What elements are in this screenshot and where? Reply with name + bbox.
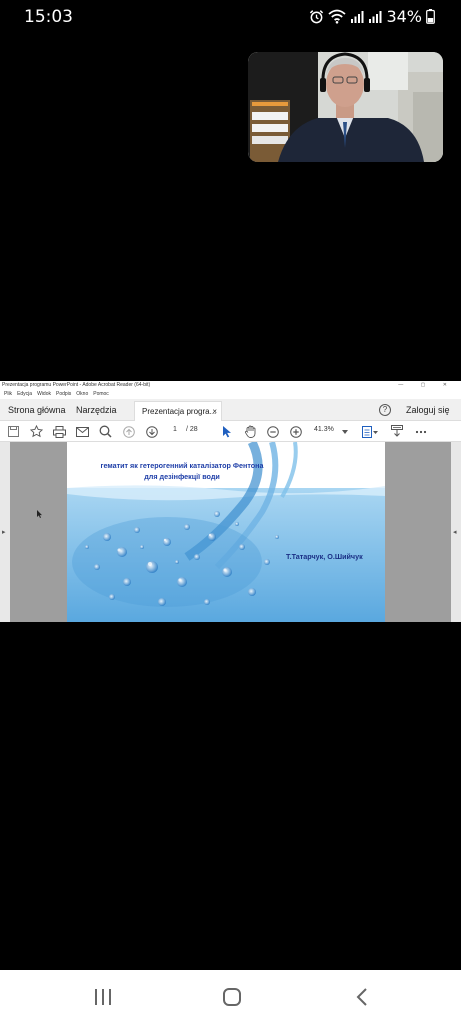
participant-video-tile[interactable] — [248, 52, 443, 162]
mouse-cursor-icon — [37, 510, 42, 518]
presentation-slide: гематит як гетерогенний каталізатор Фент… — [67, 442, 385, 622]
zoom-search-icon[interactable] — [97, 424, 113, 439]
phone-screen: 15:03 34% Prezentacja programu PowerPoin… — [0, 0, 461, 1024]
page-total: / 28 — [186, 426, 198, 433]
slide-title-line-2: для дезінфекції води — [144, 472, 220, 481]
status-time: 15:03 — [24, 7, 73, 27]
slide-title-line-1: гематит як гетерогенний каталізатор Фент… — [100, 461, 264, 470]
tab-home[interactable]: Strona główna — [8, 399, 66, 421]
wifi-icon — [328, 9, 347, 24]
zoom-dropdown-icon[interactable] — [340, 424, 350, 439]
battery-icon — [426, 9, 435, 24]
toolbar: 1 / 28 41.3% — [0, 421, 461, 442]
expand-left-panel-icon[interactable]: ▸ — [2, 528, 6, 536]
window-title: Prezentacja programu PowerPoint - Adobe … — [2, 382, 151, 388]
menu-bar: Plik Edycja Widok Podpis Okno Pomoc — [0, 390, 461, 399]
slide-title: гематит як гетерогенний каталізатор Фент… — [67, 460, 297, 482]
menu-item-file[interactable]: Plik — [4, 390, 12, 399]
zoom-out-icon[interactable] — [265, 424, 281, 439]
tab-document-label: Prezentacja progra... — [142, 407, 217, 416]
tab-bar: Strona główna Narzędzia Prezentacja prog… — [0, 399, 461, 421]
menu-item-edit[interactable]: Edycja — [17, 390, 32, 399]
status-icons: 34% — [309, 7, 435, 26]
page-margin-left — [10, 442, 67, 622]
bookmark-star-icon[interactable] — [28, 424, 44, 439]
back-icon[interactable] — [347, 984, 377, 1010]
save-icon[interactable] — [6, 424, 20, 439]
shared-screen[interactable]: Prezentacja programu PowerPoint - Adobe … — [0, 381, 461, 622]
email-icon[interactable] — [74, 424, 90, 439]
select-cursor-icon[interactable] — [219, 424, 235, 439]
page-down-icon[interactable] — [144, 424, 160, 439]
home-icon[interactable] — [217, 984, 247, 1010]
page-number-input[interactable]: 1 — [166, 426, 184, 437]
close-tab-icon[interactable]: × — [212, 402, 217, 421]
print-icon[interactable] — [51, 424, 67, 439]
page-layout-icon[interactable] — [360, 424, 380, 439]
zoom-level[interactable]: 41.3% — [314, 426, 334, 433]
menu-item-window[interactable]: Okno — [76, 390, 88, 399]
hand-tool-icon[interactable] — [242, 424, 258, 439]
battery-percent: 34% — [386, 7, 422, 26]
window-controls[interactable]: — ▢ ✕ — [398, 381, 455, 390]
page-up-icon[interactable] — [121, 424, 137, 439]
recent-apps-icon[interactable] — [88, 984, 118, 1010]
status-bar: 15:03 34% — [0, 0, 461, 34]
login-button[interactable]: Zaloguj się — [406, 399, 450, 421]
alarm-icon — [310, 10, 324, 24]
zoom-in-icon[interactable] — [288, 424, 304, 439]
menu-item-sign[interactable]: Podpis — [56, 390, 71, 399]
signal-icon — [369, 10, 382, 23]
navigation-bar — [0, 970, 461, 1024]
help-icon[interactable]: ? — [379, 404, 391, 416]
signal-icon — [351, 10, 364, 23]
menu-item-help[interactable]: Pomoc — [93, 390, 109, 399]
tab-document[interactable]: Prezentacja progra... × — [134, 401, 222, 421]
more-options-icon[interactable] — [413, 424, 429, 439]
expand-right-panel-icon[interactable]: ◂ — [453, 528, 457, 536]
document-viewer[interactable]: ▸ ◂ гематит як гетерогенний каталізатор … — [0, 442, 461, 622]
slide-authors: Т.Татарчук, О.Шийчук — [286, 552, 363, 561]
participant-video-feed — [248, 52, 443, 162]
scroll-mode-icon[interactable] — [389, 424, 405, 439]
tab-tools[interactable]: Narzędzia — [76, 399, 117, 421]
menu-item-view[interactable]: Widok — [37, 390, 51, 399]
page-margin-right — [385, 442, 451, 622]
